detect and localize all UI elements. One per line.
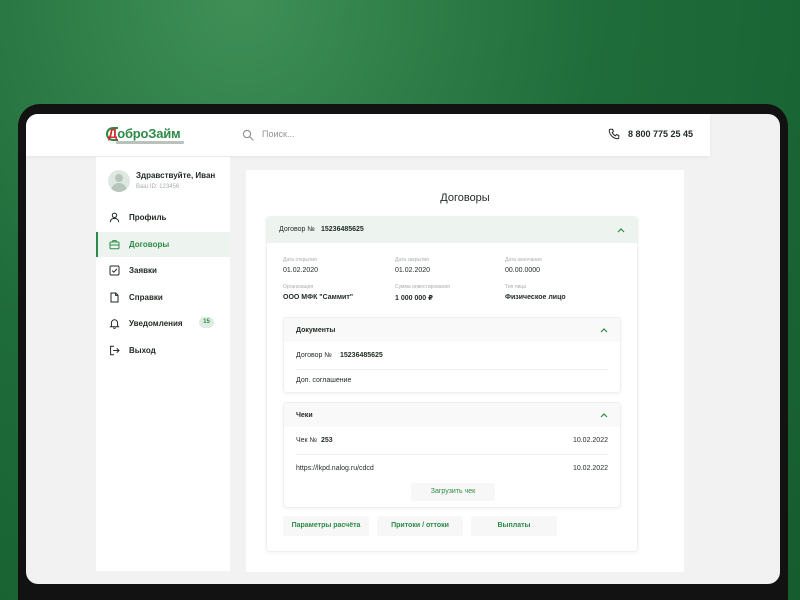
receipt-row[interactable]: Чек № 253 10.02.2022 [284, 427, 620, 453]
top-header: ДоброЗайм Поиск... 8 800 775 25 45 [26, 114, 710, 156]
user-icon [109, 212, 120, 223]
phone-number[interactable]: 8 800 775 25 45 [628, 129, 693, 139]
field-label: Дата открытия [283, 257, 317, 263]
receipts-section: Чеки Чек № 253 10.02.2022 https://lkpd.n… [283, 402, 621, 508]
receipts-header[interactable]: Чеки [284, 403, 620, 427]
page-title: Договоры [440, 192, 490, 204]
notification-count-badge: 15 [199, 317, 214, 328]
sidebar: Здравствуйте, Иван Ваш ID: 123456 Профил… [96, 157, 230, 571]
bell-icon [109, 319, 120, 329]
user-id: Ваш ID: 123456 [136, 184, 180, 190]
contract-number: 15236485625 [321, 226, 364, 233]
documents-title: Документы [296, 327, 336, 334]
contract-number-label: Договор № [279, 226, 315, 233]
sidebar-item-label: Уведомления [129, 319, 183, 328]
receipt-number: 253 [321, 437, 333, 444]
greeting: Здравствуйте, Иван [136, 171, 216, 180]
documents-header[interactable]: Документы [284, 318, 620, 342]
sidebar-item-contracts[interactable]: Договоры [96, 232, 230, 257]
avatar-head [115, 174, 123, 182]
field-label: Тип лица [505, 284, 527, 290]
document-icon [110, 292, 119, 303]
sidebar-item-profile[interactable]: Профиль [96, 205, 230, 230]
phone-icon [608, 128, 620, 140]
field-value: Физическое лицо [505, 294, 566, 301]
avatar-body [111, 183, 127, 192]
receipt-label: Чек № [296, 437, 318, 444]
receipt-link[interactable]: https://lkpd.nalog.ru/cdcd [296, 465, 374, 472]
receipt-date: 10.02.2022 [572, 465, 608, 472]
inflows-outflows-button[interactable]: Притоки / оттоки [377, 516, 463, 536]
logo-text: ДоброЗайм [108, 126, 181, 141]
calculation-params-button[interactable]: Параметры расчёта [283, 516, 369, 536]
document-row[interactable]: Договор № 15236485625 [284, 342, 620, 368]
field-value: 01.02.2020 [395, 267, 431, 274]
receipt-date: 10.02.2022 [572, 437, 608, 444]
document-row[interactable]: Доп. соглашение [284, 367, 620, 393]
sidebar-item-label: Справки [129, 293, 163, 302]
chevron-up-icon[interactable] [600, 327, 608, 333]
payouts-button[interactable]: Выплаты [471, 516, 557, 536]
contract-card: Договор № 15236485625 Дата открытия 01.0… [266, 216, 638, 552]
avatar[interactable] [108, 170, 130, 192]
chevron-up-icon[interactable] [617, 227, 625, 233]
sidebar-item-logout[interactable]: Выход [96, 338, 230, 363]
contract-header[interactable]: Договор № 15236485625 [267, 217, 637, 243]
sidebar-item-notifications[interactable]: Уведомления 15 [96, 311, 230, 336]
logo-tagline-bar [116, 141, 184, 144]
upload-receipt-button[interactable]: Загрузить чек [411, 483, 495, 501]
field-value: 00.00.0000 [505, 267, 541, 274]
search-icon[interactable] [242, 129, 254, 141]
chevron-up-icon[interactable] [600, 412, 608, 418]
field-value: 01.02.2020 [283, 267, 319, 274]
field-value: ООО МФК "Саммит" [283, 294, 354, 301]
app-screen: ДоброЗайм Поиск... 8 800 775 25 45 Здрав… [26, 114, 780, 584]
field-label: Организация [283, 284, 314, 290]
field-label: Дата закрытия [395, 257, 429, 263]
document-number: 15236485625 [340, 352, 383, 359]
briefcase-icon [109, 240, 120, 250]
main-content: Договоры Договор № 15236485625 Дата откр… [246, 170, 684, 572]
field-label: Дата окончания [505, 257, 542, 263]
dobrozaim-logo[interactable]: ДоброЗайм [106, 126, 188, 148]
sidebar-item-label: Профиль [129, 213, 167, 222]
logo-rest: оброЗайм [117, 126, 181, 141]
receipt-row[interactable]: https://lkpd.nalog.ru/cdcd 10.02.2022 [284, 455, 620, 481]
field-label: Сумма инвестирования [395, 284, 450, 290]
logout-icon [110, 345, 120, 356]
logo-letter: Д [108, 126, 118, 141]
document-label: Доп. соглашение [296, 377, 352, 384]
search-input[interactable]: Поиск... [262, 129, 294, 139]
document-label: Договор № [296, 352, 332, 359]
sidebar-item-label: Выход [129, 346, 156, 355]
sidebar-item-certificates[interactable]: Справки [96, 285, 230, 310]
documents-section: Документы Договор № 15236485625 Доп. сог… [283, 317, 621, 393]
field-value: 1 000 000 ₽ [395, 295, 433, 302]
sidebar-item-requests[interactable]: Заявки [96, 258, 230, 283]
sidebar-item-label: Договоры [129, 240, 170, 249]
sidebar-item-label: Заявки [129, 266, 157, 275]
receipts-title: Чеки [296, 412, 313, 419]
checkbox-icon [109, 265, 120, 276]
